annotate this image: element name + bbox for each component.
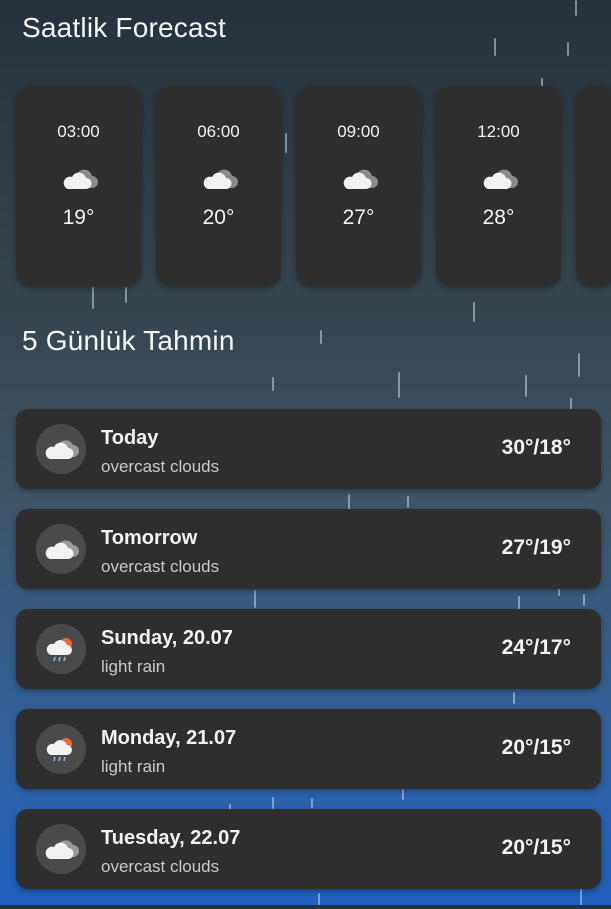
daily-forecast-row[interactable]: Monday, 21.07 light rain 20°/15° <box>16 709 601 789</box>
sun-rain-cloud-icon <box>46 638 72 662</box>
hourly-card[interactable]: 06:00 20° <box>156 86 281 286</box>
weather-description: overcast clouds <box>101 457 220 476</box>
hourly-card[interactable]: 09:00 27° <box>296 86 421 286</box>
daily-forecast-row[interactable]: Tomorrow overcast clouds 27°/19° <box>16 509 601 589</box>
daily-forecast-list: Today overcast clouds 30°/18° Tomorrow o… <box>16 409 601 909</box>
high-low-temperature: 20°/15° <box>501 736 571 759</box>
weather-icon-badge <box>36 824 86 874</box>
cloud-icon <box>63 169 98 189</box>
cloud-icon <box>343 169 378 189</box>
hourly-card[interactable]: 12:00 28° <box>436 86 561 286</box>
day-name: Monday, 21.07 <box>101 727 237 749</box>
weather-icon-badge <box>36 624 86 674</box>
day-name: Tomorrow <box>101 527 198 549</box>
daily-forecast-title: 5 Günlük Tahmin <box>22 325 235 356</box>
high-low-temperature: 27°/19° <box>501 536 571 559</box>
hourly-temperature: 28° <box>482 206 515 229</box>
hourly-card-partial[interactable] <box>576 86 611 286</box>
weather-description: overcast clouds <box>101 557 220 576</box>
overcast-cloud-icon <box>45 840 79 859</box>
daily-forecast-row[interactable]: Today overcast clouds 30°/18° <box>16 409 601 489</box>
weather-icon-badge <box>36 424 86 474</box>
hourly-time: 09:00 <box>337 122 380 141</box>
overcast-cloud-icon <box>45 540 79 559</box>
weather-description: light rain <box>101 757 166 776</box>
hourly-card[interactable]: 03:00 19° <box>16 86 141 286</box>
hourly-time: 12:00 <box>477 122 520 141</box>
sun-rain-cloud-icon <box>46 738 72 762</box>
hourly-forecast-title: Saatlik Forecast <box>22 12 226 43</box>
weather-description: overcast clouds <box>101 857 220 876</box>
weather-description: light rain <box>101 657 166 676</box>
daily-forecast-row[interactable]: Sunday, 20.07 light rain 24°/17° <box>16 609 601 689</box>
hourly-temperature: 20° <box>202 206 235 229</box>
day-name: Tuesday, 22.07 <box>101 827 241 849</box>
high-low-temperature: 20°/15° <box>501 836 571 859</box>
high-low-temperature: 24°/17° <box>501 636 571 659</box>
cloud-icon <box>203 169 238 189</box>
overcast-cloud-icon <box>45 440 79 459</box>
weather-icon-badge <box>36 724 86 774</box>
hourly-forecast-list[interactable]: 03:00 19° 06:00 20° 09:00 27° 12:00 28° <box>16 86 611 286</box>
cloud-icon <box>483 169 518 189</box>
high-low-temperature: 30°/18° <box>501 436 571 459</box>
weather-icon-badge <box>36 524 86 574</box>
hourly-temperature: 19° <box>62 206 95 229</box>
hourly-time: 06:00 <box>197 122 240 141</box>
daily-forecast-row[interactable]: Tuesday, 22.07 overcast clouds 20°/15° <box>16 809 601 889</box>
day-name: Today <box>101 427 159 449</box>
day-name: Sunday, 20.07 <box>101 627 233 649</box>
hourly-time: 03:00 <box>57 122 100 141</box>
hourly-temperature: 27° <box>342 206 375 229</box>
